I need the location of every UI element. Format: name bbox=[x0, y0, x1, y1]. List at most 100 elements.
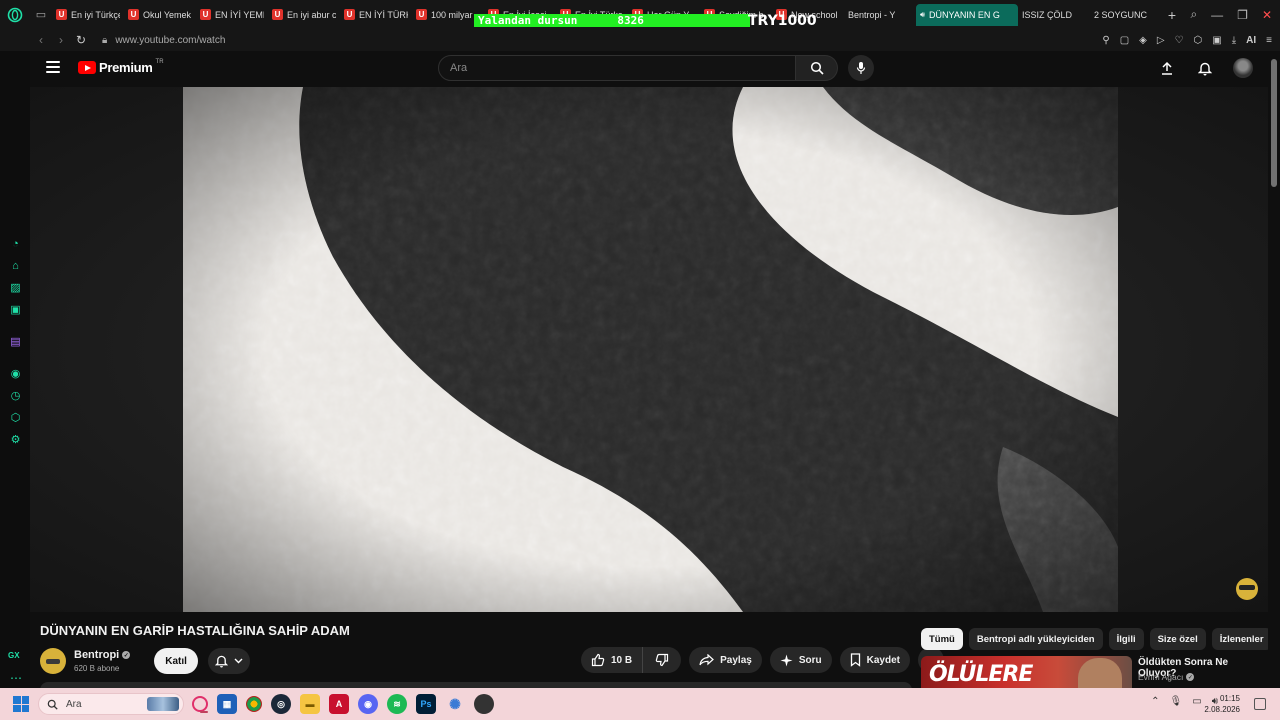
aria-icon[interactable]: ⌂ bbox=[9, 259, 22, 272]
video-frame[interactable] bbox=[183, 87, 1118, 612]
recommended-video[interactable]: ÖLÜLERE Öldükten Sonra Ne Oluyor? Evrim … bbox=[921, 656, 1261, 688]
pin-icon[interactable]: ⚲ bbox=[1102, 35, 1109, 46]
tab-audio-icon[interactable]: 🔊︎ bbox=[920, 10, 925, 20]
steam-icon[interactable]: ◎ bbox=[271, 694, 291, 714]
photoshop-icon[interactable]: Ps bbox=[416, 694, 436, 714]
network-app-icon[interactable]: ✺ bbox=[445, 694, 465, 714]
network-icon[interactable]: ▭ bbox=[1192, 696, 1201, 707]
extensions-icon[interactable]: ⬡ bbox=[1194, 35, 1203, 46]
acrobat-icon[interactable]: A bbox=[329, 694, 349, 714]
gx-control-label[interactable]: GX bbox=[8, 651, 20, 660]
microphone-icon bbox=[856, 62, 866, 74]
speed-dial-icon[interactable]: ◔ bbox=[9, 237, 22, 250]
download-icon[interactable]: ⤓ bbox=[1232, 35, 1236, 46]
browser-tab[interactable]: 🔊︎ DÜNYANIN EN G bbox=[916, 3, 1018, 26]
extensions-icon[interactable]: ⬡ bbox=[9, 411, 22, 424]
player-icon[interactable]: ◉ bbox=[9, 367, 22, 380]
subscription-notifications-button[interactable] bbox=[207, 648, 250, 674]
filter-chip[interactable]: İzlenenler bbox=[1211, 628, 1268, 650]
windows-start-icon[interactable] bbox=[13, 696, 29, 712]
browser-tab[interactable]: U En iyi Türkçe bbox=[52, 4, 124, 26]
save-button[interactable]: Kaydet bbox=[839, 647, 910, 673]
new-tab-button[interactable]: + bbox=[1162, 5, 1182, 25]
taskbar-search-placeholder: Ara bbox=[66, 698, 82, 710]
reload-icon[interactable]: ↻ bbox=[72, 33, 90, 47]
join-button[interactable]: Katıl bbox=[154, 648, 198, 674]
browser-tab[interactable]: U Okul Yemek bbox=[124, 4, 196, 26]
menu-icon[interactable]: ≡ bbox=[1266, 35, 1272, 46]
video-player[interactable] bbox=[30, 87, 1268, 612]
recommended-thumbnail[interactable]: ÖLÜLERE bbox=[921, 656, 1132, 688]
dislike-button[interactable] bbox=[642, 647, 682, 673]
heart-icon[interactable]: ♡ bbox=[1175, 35, 1184, 46]
close-icon[interactable]: ✕ bbox=[1262, 8, 1272, 22]
address-field[interactable]: 🔒︎ www.youtube.com/watch bbox=[102, 35, 225, 46]
guide-menu-icon[interactable] bbox=[46, 61, 60, 73]
chevron-down-icon bbox=[234, 658, 243, 664]
avatar bbox=[1233, 58, 1253, 78]
chrome-icon[interactable] bbox=[246, 696, 262, 712]
logo-text: Premium bbox=[99, 60, 153, 75]
like-button[interactable]: 10 B bbox=[581, 647, 643, 673]
back-icon[interactable]: ‹ bbox=[32, 33, 50, 47]
player-icon[interactable]: ▷ bbox=[1157, 35, 1165, 46]
sidebar-more-icon[interactable]: ⋯ bbox=[10, 671, 22, 685]
youtube-logo[interactable]: Premium TR bbox=[78, 59, 164, 75]
voice-search-button[interactable] bbox=[848, 55, 874, 81]
browser-tab[interactable]: U En iyi abur c bbox=[268, 4, 340, 26]
share-button[interactable]: Paylaş bbox=[689, 647, 762, 673]
messenger-icon[interactable]: ▣ bbox=[9, 303, 22, 316]
filter-chip[interactable]: Size özel bbox=[1149, 628, 1206, 650]
taskbar-clock[interactable]: 01:15 2.08.2026 bbox=[1204, 693, 1240, 715]
save-label: Kaydet bbox=[866, 654, 900, 666]
filter-chip[interactable]: Tümü bbox=[921, 628, 963, 650]
tab-search-icon[interactable]: ▭ bbox=[30, 0, 52, 29]
taskview-icon[interactable]: ▦ bbox=[217, 694, 237, 714]
notification-center-icon[interactable] bbox=[1254, 698, 1266, 710]
opera-gx-taskbar-icon[interactable] bbox=[192, 696, 208, 713]
gx-corner-icon[interactable]: ▨ bbox=[9, 281, 22, 294]
sticky-app-icon[interactable] bbox=[474, 694, 494, 714]
browser-tab[interactable]: U EN İYİ TÜRK bbox=[340, 4, 412, 26]
microphone-icon[interactable]: 🎙︎ bbox=[1170, 696, 1183, 707]
chevron-up-icon[interactable]: ⌃ bbox=[1151, 696, 1159, 707]
minimize-icon[interactable]: — bbox=[1211, 8, 1223, 22]
settings-icon[interactable]: ⚙ bbox=[9, 433, 22, 446]
search-tabs-icon[interactable]: ⌕ bbox=[1190, 7, 1197, 22]
ai-button[interactable]: AI bbox=[1246, 35, 1256, 46]
browser-tab[interactable]: Bentropi - Y bbox=[844, 4, 916, 26]
vpn-shield-icon[interactable]: ◈ bbox=[1139, 35, 1147, 46]
spotify-icon[interactable]: ≋ bbox=[387, 694, 407, 714]
channel-watermark-icon[interactable] bbox=[1236, 578, 1258, 600]
recommended-channel[interactable]: Evrim Ağacı ✓ bbox=[1138, 672, 1195, 682]
history-icon[interactable]: ◷ bbox=[9, 389, 22, 402]
page-scrollbar[interactable] bbox=[1268, 51, 1280, 688]
opera-gx-logo-icon[interactable] bbox=[0, 0, 30, 29]
channel-name[interactable]: Bentropi ✓ bbox=[74, 649, 131, 661]
account-button[interactable] bbox=[1230, 55, 1256, 81]
file-explorer-icon[interactable]: ▬ bbox=[300, 694, 320, 714]
browser-tab[interactable]: U EN İYİ YEME bbox=[196, 4, 268, 26]
upload-button[interactable] bbox=[1154, 55, 1180, 81]
filter-chip[interactable]: İlgili bbox=[1108, 628, 1144, 650]
forward-icon[interactable]: › bbox=[52, 33, 70, 47]
tab-title: DÜNYANIN EN G bbox=[929, 9, 1000, 20]
discord-icon[interactable]: ◉ bbox=[358, 694, 378, 714]
scrollbar-thumb[interactable] bbox=[1271, 59, 1277, 187]
browser-tab[interactable]: ISSIZ ÇÖLD bbox=[1018, 4, 1090, 26]
ask-button[interactable]: Soru bbox=[769, 647, 832, 673]
snapshot-icon[interactable]: ▢ bbox=[1120, 35, 1129, 46]
browser-tab[interactable]: 2 SOYGUNC bbox=[1090, 4, 1162, 26]
wallet-icon[interactable]: ▣ bbox=[1212, 35, 1221, 46]
clock-time: 01:15 bbox=[1219, 694, 1240, 703]
notifications-button[interactable] bbox=[1192, 55, 1218, 81]
taskbar-search[interactable]: Ara bbox=[38, 693, 184, 715]
channel-avatar[interactable] bbox=[40, 648, 66, 674]
search-button[interactable] bbox=[796, 55, 838, 81]
search-input[interactable]: Ara bbox=[438, 55, 796, 81]
tab-title: 2 SOYGUNC bbox=[1094, 9, 1148, 20]
restore-icon[interactable]: ❐ bbox=[1237, 8, 1248, 22]
u-favicon-icon: U bbox=[272, 9, 283, 20]
twitch-icon[interactable]: ▤ bbox=[9, 335, 22, 348]
filter-chip[interactable]: Bentropi adlı yükleyiciden bbox=[968, 628, 1103, 650]
